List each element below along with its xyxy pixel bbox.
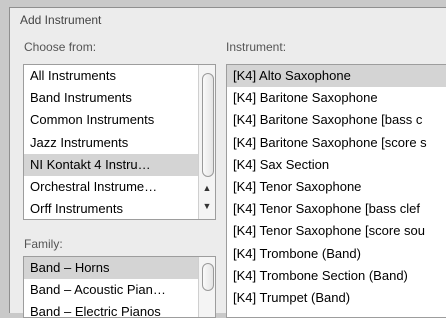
choose-from-scrollbar[interactable]: ▲ ▼ xyxy=(198,65,215,219)
family-item[interactable]: Band – Horns xyxy=(24,257,215,280)
scroll-thumb[interactable] xyxy=(202,263,214,291)
instrument-item[interactable]: [K4] Baritone Saxophone [bass c xyxy=(227,109,446,131)
family-item[interactable]: Band – Acoustic Pian… xyxy=(24,279,215,301)
family-scrollbar[interactable] xyxy=(198,257,215,317)
scroll-thumb[interactable] xyxy=(202,73,214,177)
instrument-item[interactable]: [K4] Baritone Saxophone [score s xyxy=(227,132,446,154)
choose-from-list[interactable]: All Instruments Band Instruments Common In… xyxy=(23,64,216,220)
instrument-item[interactable]: [K4] Sax Section xyxy=(227,154,446,176)
dialog-title: Add Instrument xyxy=(20,13,102,27)
choose-from-item[interactable]: Orff Instruments xyxy=(24,198,215,219)
instrument-item[interactable]: [K4] Tenor Saxophone [bass clef xyxy=(227,198,446,220)
choose-from-item[interactable]: Jazz Instruments xyxy=(24,132,215,154)
instrument-list[interactable]: [K4] Alto Saxophone [K4] Baritone Saxopho… xyxy=(226,64,446,318)
instrument-item[interactable]: [K4] Baritone Saxophone xyxy=(227,87,446,109)
family-label: Family: xyxy=(24,237,63,251)
family-list[interactable]: Band – Horns Band – Acoustic Pian… Band – … xyxy=(23,256,216,318)
instrument-item[interactable]: [K4] Tenor Saxophone xyxy=(227,176,446,198)
instrument-item[interactable]: [K4] Alto Saxophone xyxy=(227,65,446,88)
choose-from-item[interactable]: Band Instruments xyxy=(24,87,215,109)
choose-from-item[interactable]: Orchestral Instrume… xyxy=(24,176,215,198)
scroll-up-arrow-icon[interactable]: ▲ xyxy=(199,181,215,195)
instrument-item[interactable]: [K4] Trombone Section (Band) xyxy=(227,265,446,287)
choose-from-item[interactable]: Common Instruments xyxy=(24,109,215,131)
family-item[interactable]: Band – Electric Pianos xyxy=(24,301,215,317)
instrument-item[interactable]: [K4] Trumpet (Band) xyxy=(227,287,446,309)
choose-from-item[interactable]: All Instruments xyxy=(24,65,215,87)
instrument-item[interactable]: [K4] Trombone (Band) xyxy=(227,243,446,265)
add-instrument-dialog: Add Instrument Choose from: All Instrume… xyxy=(9,7,446,318)
instrument-label: Instrument: xyxy=(226,40,287,54)
scroll-down-arrow-icon[interactable]: ▼ xyxy=(199,199,215,213)
choose-from-label: Choose from: xyxy=(24,40,97,54)
instrument-item[interactable]: [K4] Tenor Saxophone [score sou xyxy=(227,220,446,242)
choose-from-item[interactable]: NI Kontakt 4 Instru… xyxy=(24,153,215,176)
